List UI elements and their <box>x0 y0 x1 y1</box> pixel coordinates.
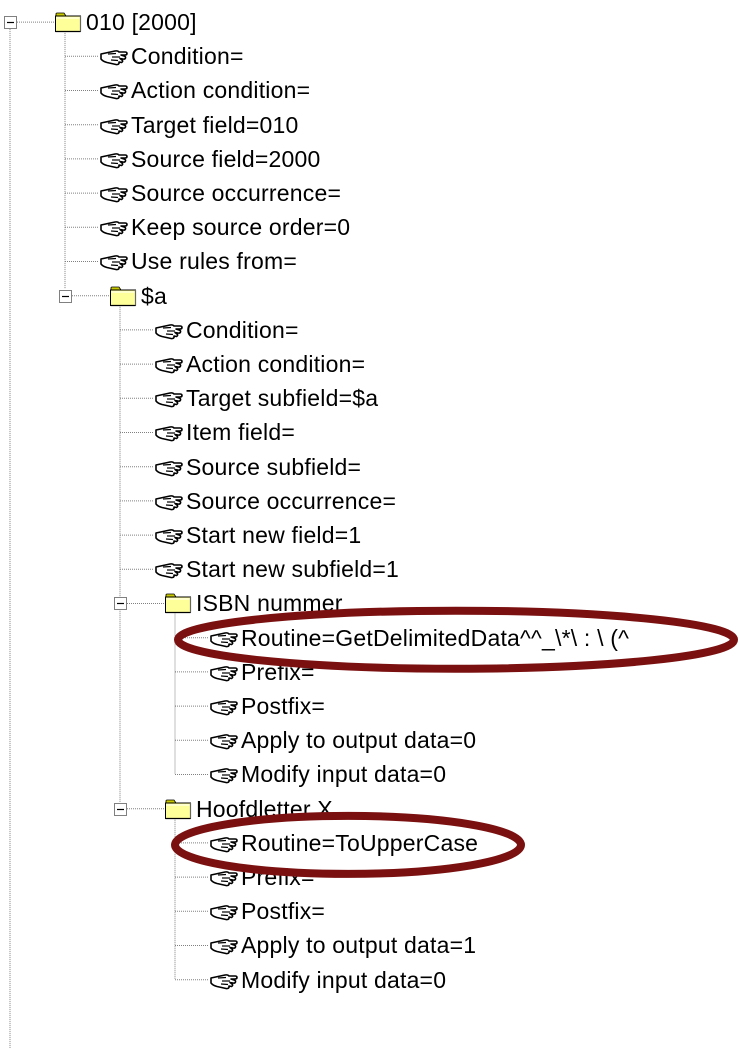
tree-property-label: Source subfield= <box>186 453 362 480</box>
tree-node-root-label: 010 [2000] <box>86 9 197 35</box>
collapse-minus-icon[interactable] <box>4 16 17 34</box>
hand-pointer-icon <box>154 456 184 483</box>
tree-property-label: Condition= <box>186 316 299 343</box>
hand-pointer-icon <box>209 866 239 893</box>
tree-property-label: Apply to output data=1 <box>241 932 477 959</box>
tree-property-label: Item field= <box>186 419 295 446</box>
tree-property-label: Postfix= <box>241 898 326 925</box>
hand-pointer-icon <box>154 353 184 380</box>
tree-item-row[interactable]: Source occurrence= <box>0 176 740 210</box>
tree-item-row[interactable]: Target subfield=$a <box>0 381 740 415</box>
tree-property-label: Start new field=1 <box>186 522 362 548</box>
hand-pointer-icon <box>99 79 129 106</box>
tree-item-row[interactable]: Item field= <box>0 415 740 449</box>
tree-property-label: Source occurrence= <box>131 180 342 206</box>
folder-icon <box>164 798 192 825</box>
collapse-minus-icon[interactable] <box>59 289 72 308</box>
tree-item-row[interactable]: Keep source order=0 <box>0 210 740 244</box>
hand-pointer-icon <box>209 763 239 790</box>
collapse-minus-icon[interactable] <box>114 802 127 821</box>
tree-property-label: Routine=GetDelimitedData^^_\*\ : \ (^ <box>241 624 630 651</box>
hand-pointer-icon <box>154 490 184 517</box>
tree-item-row[interactable]: Source occurrence= <box>0 484 740 518</box>
tree-item-row[interactable]: Start new field=1 <box>0 518 740 552</box>
tree-folder-row[interactable]: ISBN nummer <box>0 586 740 620</box>
tree-item-row[interactable]: Target field=010 <box>0 108 740 142</box>
tree-property-label: Start new subfield=1 <box>186 556 400 583</box>
tree-item-row[interactable]: Action condition= <box>0 73 740 107</box>
tree-item-row[interactable]: Routine=ToUpperCase <box>0 826 740 860</box>
tree-property-label: Action condition= <box>131 77 311 104</box>
hand-pointer-icon <box>99 182 129 209</box>
tree-item-row[interactable]: Modify input data=0 <box>0 963 740 997</box>
hand-pointer-icon <box>154 524 184 551</box>
tree-item-row[interactable]: Use rules from= <box>0 244 740 278</box>
hand-pointer-icon <box>99 216 129 243</box>
tree-property-label: Target field=010 <box>131 111 299 138</box>
tree-property-label: Source field=2000 <box>131 145 321 172</box>
tree-property-label: Prefix= <box>241 864 315 890</box>
tree-property-label: Target subfield=$a <box>186 385 379 412</box>
tree-node-rule-label: Hoofdletter X <box>196 795 333 822</box>
hand-pointer-icon <box>209 695 239 722</box>
hand-pointer-icon <box>99 250 129 277</box>
collapse-minus-icon[interactable] <box>114 597 127 615</box>
tree-item-row[interactable]: Prefix= <box>0 860 740 894</box>
hand-pointer-icon <box>154 421 184 448</box>
tree-node-rule-label: ISBN nummer <box>196 590 343 617</box>
tree-folder-row[interactable]: Hoofdletter X <box>0 792 740 826</box>
tree-item-row[interactable]: Condition= <box>0 39 740 73</box>
hand-pointer-icon <box>209 969 239 996</box>
folder-icon <box>54 11 82 38</box>
tree-property-label: Apply to output data=0 <box>241 727 477 754</box>
tree-item-row[interactable]: Routine=GetDelimitedData^^_\*\ : \ (^ <box>0 621 740 655</box>
tree-item-row[interactable]: Prefix= <box>0 655 740 689</box>
tree-view: 010 [2000] Condition= Action condition= … <box>0 0 740 1048</box>
hand-pointer-icon <box>209 900 239 927</box>
tree-item-row[interactable]: Postfix= <box>0 894 740 928</box>
hand-pointer-icon <box>209 832 239 859</box>
folder-icon <box>164 592 192 619</box>
tree-property-label: Action condition= <box>186 351 366 377</box>
hand-pointer-icon <box>99 45 129 72</box>
tree-property-label: Postfix= <box>241 693 326 719</box>
tree-item-row[interactable]: Modify input data=0 <box>0 757 740 791</box>
hand-pointer-icon <box>154 319 184 346</box>
hand-pointer-icon <box>154 558 184 585</box>
tree-item-row[interactable]: Apply to output data=0 <box>0 723 740 757</box>
hand-pointer-icon <box>99 148 129 175</box>
tree-item-row[interactable]: Apply to output data=1 <box>0 928 740 962</box>
hand-pointer-icon <box>209 661 239 688</box>
hand-pointer-icon <box>99 114 129 141</box>
tree-property-label: Routine=ToUpperCase <box>241 829 479 856</box>
tree-property-label: Source occurrence= <box>186 487 397 514</box>
tree-property-label: Modify input data=0 <box>241 966 447 993</box>
tree-property-label: Keep source order=0 <box>131 214 351 241</box>
tree-item-row[interactable]: Source field=2000 <box>0 142 740 176</box>
tree-node-subfield-label: $a <box>141 282 167 309</box>
tree-folder-row[interactable]: 010 [2000] <box>0 5 740 39</box>
hand-pointer-icon <box>209 729 239 756</box>
hand-pointer-icon <box>154 387 184 414</box>
tree-property-label: Prefix= <box>241 658 315 685</box>
tree-item-row[interactable]: Action condition= <box>0 347 740 381</box>
tree-item-row[interactable]: Condition= <box>0 313 740 347</box>
tree-property-label: Condition= <box>131 43 244 70</box>
hand-pointer-icon <box>209 627 239 654</box>
folder-icon <box>109 285 137 312</box>
tree-item-row[interactable]: Postfix= <box>0 689 740 723</box>
tree-property-label: Use rules from= <box>131 248 297 275</box>
tree-property-label: Modify input data=0 <box>241 761 447 788</box>
hand-pointer-icon <box>209 934 239 961</box>
tree-item-row[interactable]: Source subfield= <box>0 450 740 484</box>
tree-item-row[interactable]: Start new subfield=1 <box>0 552 740 586</box>
tree-folder-row[interactable]: $a <box>0 279 740 313</box>
